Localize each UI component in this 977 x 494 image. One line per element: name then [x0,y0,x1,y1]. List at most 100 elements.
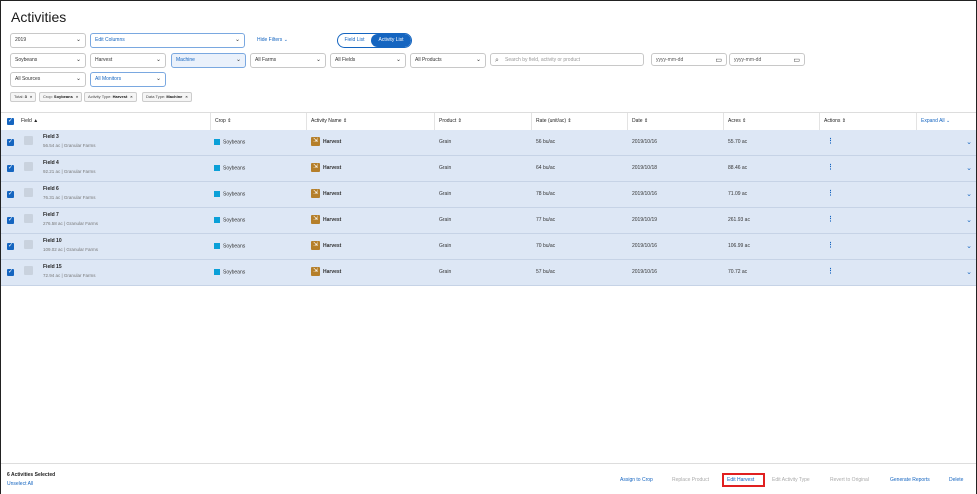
year-select[interactable]: 2019 ⌄ [10,33,86,48]
table-row[interactable]: ✓ Field 7 276.58 ac | Granular Farms Soy… [1,208,976,234]
chevron-down-icon: ⌄ [75,57,81,63]
farms-select[interactable]: All Farms ⌄ [250,53,326,68]
products-select[interactable]: All Products ⌄ [410,53,486,68]
edit-activity-type-button[interactable]: Edit Activity Type [772,477,810,483]
rate-cell: 64 bu/ac [536,165,556,171]
row-checkbox[interactable]: ✓ [7,191,14,198]
crop-select[interactable]: Soybeans ⌄ [10,53,86,68]
expand-row-icon[interactable]: ⌄ [966,138,972,146]
product-cell: Grain [439,139,452,145]
activity-select[interactable]: Harvest ⌄ [90,53,166,68]
acres-cell: 70.72 ac [728,269,748,275]
row-checkbox[interactable]: ✓ [7,217,14,224]
calendar-icon[interactable]: ▭ [715,54,722,67]
close-icon[interactable]: × [76,94,78,99]
delete-button[interactable]: Delete [949,477,963,483]
expand-row-icon[interactable]: ⌄ [966,190,972,198]
products-value: All Products [415,57,442,63]
field-thumbnail [24,162,33,171]
replace-product-button[interactable]: Replace Product [672,477,709,483]
row-checkbox[interactable]: ✓ [7,243,14,250]
column-header-field[interactable]: Field ▲ [17,113,38,130]
close-icon[interactable]: × [130,94,132,99]
chip-total-label: Total: [14,94,25,99]
crop-value: Soybeans [15,57,38,63]
activity-name[interactable]: Harvest [323,165,341,171]
calendar-icon[interactable]: ▭ [793,54,800,67]
column-header-acres[interactable]: Acres ⇕ [723,113,746,130]
column-header-date[interactable]: Date ⇕ [627,113,648,130]
harvest-icon: ⇲ [311,189,320,198]
more-actions-icon[interactable]: ⋮ [827,215,834,223]
revert-to-original-button[interactable]: Revert to Original [830,477,869,483]
edit-columns-select[interactable]: Edit Columns ⌄ [90,33,245,48]
unselect-all-link[interactable]: Unselect All [7,481,33,487]
row-checkbox[interactable]: ✓ [7,269,14,276]
more-actions-icon[interactable]: ⋮ [827,163,834,171]
expand-row-icon[interactable]: ⌄ [966,268,972,276]
crop-label: Soybeans [223,269,246,276]
chip-activity-type: Activity Type: Harvest × [84,92,137,102]
close-icon[interactable]: × [185,94,187,99]
field-name[interactable]: Field 15 [43,264,62,270]
chevron-down-icon: ⌄ [395,57,401,63]
activity-name[interactable]: Harvest [323,217,341,223]
date-cell: 2019/10/16 [632,139,658,145]
field-list-toggle[interactable]: Field List [338,34,371,47]
table-row[interactable]: ✓ Field 4 92.21 ac | Granular Farms Soyb… [1,156,976,182]
field-name[interactable]: Field 10 [43,238,62,244]
sources-select[interactable]: All Sources ⌄ [10,72,86,87]
activity-value: Harvest [95,57,113,63]
column-header-actions[interactable]: Actions ⇕ [819,113,846,130]
table-row[interactable]: ✓ Field 3 56.54 ac | Granular Farms Soyb… [1,130,976,156]
activity-name[interactable]: Harvest [323,191,341,197]
date-to-input[interactable]: yyyy-mm-dd ▭ [729,53,805,66]
column-header-rate[interactable]: Rate (unit/ac) ⇕ [531,113,572,130]
more-actions-icon[interactable]: ⋮ [827,189,834,197]
chip-crop-label: Crop: [43,94,54,99]
monitors-select[interactable]: All Monitors ⌄ [90,72,166,87]
table-row[interactable]: ✓ Field 10 109.02 ac | Granular Farms So… [1,234,976,260]
field-name[interactable]: Field 4 [43,160,59,166]
table-row[interactable]: ✓ Field 6 76.31 ac | Granular Farms Soyb… [1,182,976,208]
field-name[interactable]: Field 3 [43,134,59,140]
field-name[interactable]: Field 6 [43,186,59,192]
assign-to-crop-button[interactable]: Assign to Crop [620,477,653,483]
chevron-down-icon: ⌄ [234,37,240,43]
field-subtitle: 276.58 ac | Granular Farms [43,221,98,226]
date-cell: 2019/10/16 [632,191,658,197]
hide-filters-link[interactable]: Hide Filters ⌄ [257,37,288,43]
harvest-icon: ⇲ [311,215,320,224]
field-name[interactable]: Field 7 [43,212,59,218]
expand-row-icon[interactable]: ⌄ [966,242,972,250]
date-from-input[interactable]: yyyy-mm-dd ▭ [651,53,727,66]
search-input[interactable]: ⌕ Search by field, activity or product [490,53,644,66]
activity-name[interactable]: Harvest [323,269,341,275]
data-type-select[interactable]: Machine ⌄ [171,53,246,68]
more-actions-icon[interactable]: ⋮ [827,137,834,145]
activity-name[interactable]: Harvest [323,139,341,145]
close-icon[interactable]: × [30,94,32,99]
page-title: Activities [11,9,67,25]
activity-list-toggle[interactable]: Activity List [371,34,411,47]
column-header-activity-name[interactable]: Activity Name ⇕ [306,113,347,130]
row-checkbox[interactable]: ✓ [7,165,14,172]
expand-row-icon[interactable]: ⌄ [966,164,972,172]
select-all-checkbox[interactable]: ✓ [7,118,14,125]
crop-label: Soybeans [223,243,246,250]
crop-label: Soybeans [223,217,246,224]
fields-select[interactable]: All Fields ⌄ [330,53,406,68]
expand-all-link[interactable]: Expand All ⌄ [916,113,950,130]
chip-data-label: Data Type: [146,94,167,99]
column-header-product[interactable]: Product ⇕ [434,113,462,130]
generate-reports-button[interactable]: Generate Reports [890,477,930,483]
expand-row-icon[interactable]: ⌄ [966,216,972,224]
activity-name[interactable]: Harvest [323,243,341,249]
table-row[interactable]: ✓ Field 15 72.94 ac | Granular Farms Soy… [1,260,976,286]
chip-data-type: Data Type: Machine × [142,92,192,102]
more-actions-icon[interactable]: ⋮ [827,241,834,249]
column-header-crop[interactable]: Crop ⇕ [210,113,231,130]
chevron-down-icon: ⌄ [315,57,321,63]
more-actions-icon[interactable]: ⋮ [827,267,834,275]
row-checkbox[interactable]: ✓ [7,139,14,146]
